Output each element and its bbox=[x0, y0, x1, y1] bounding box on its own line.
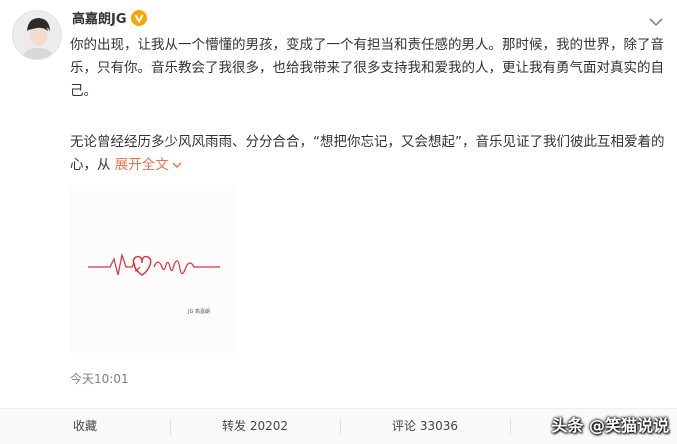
expand-full-text-link[interactable]: 展开全文 bbox=[115, 157, 182, 173]
divider bbox=[340, 419, 341, 435]
divider bbox=[170, 419, 171, 435]
post-paragraph-2: 无论曾经经历多少风风雨雨、分分合合，“想把你忘记，又会想起”，音乐见证了我们彼此… bbox=[70, 131, 670, 177]
post-timestamp[interactable]: 今天10:01 bbox=[70, 370, 129, 387]
comment-button[interactable]: 评论 33036 bbox=[370, 409, 480, 444]
watermark-text: 头条 @笑猫说说 bbox=[551, 416, 669, 435]
divider bbox=[510, 419, 511, 435]
verified-v-icon bbox=[130, 9, 147, 26]
chevron-down-small-icon bbox=[172, 162, 182, 168]
expand-label: 展开全文 bbox=[114, 157, 169, 173]
avatar[interactable] bbox=[12, 10, 62, 60]
watermark: 头条 @笑猫说说 bbox=[551, 406, 669, 442]
avatar-portrait bbox=[13, 11, 61, 59]
artwork-caption: JG 高嘉朗 bbox=[187, 308, 210, 315]
heartbeat-artwork: JG 高嘉朗 bbox=[70, 185, 238, 353]
post-image[interactable]: JG 高嘉朗 bbox=[70, 185, 238, 353]
post-paragraph-1: 你的出现，让我从一个懵懂的男孩，变成了一个有担当和责任感的男人。那时候，我的世界… bbox=[70, 37, 664, 99]
author-name[interactable]: 高嘉朗JG bbox=[72, 8, 127, 27]
chevron-down-icon[interactable] bbox=[649, 12, 663, 27]
repost-button[interactable]: 转发 20202 bbox=[200, 409, 310, 444]
author-row: 高嘉朗JG bbox=[72, 8, 147, 27]
collect-button[interactable]: 收藏 bbox=[40, 409, 130, 444]
